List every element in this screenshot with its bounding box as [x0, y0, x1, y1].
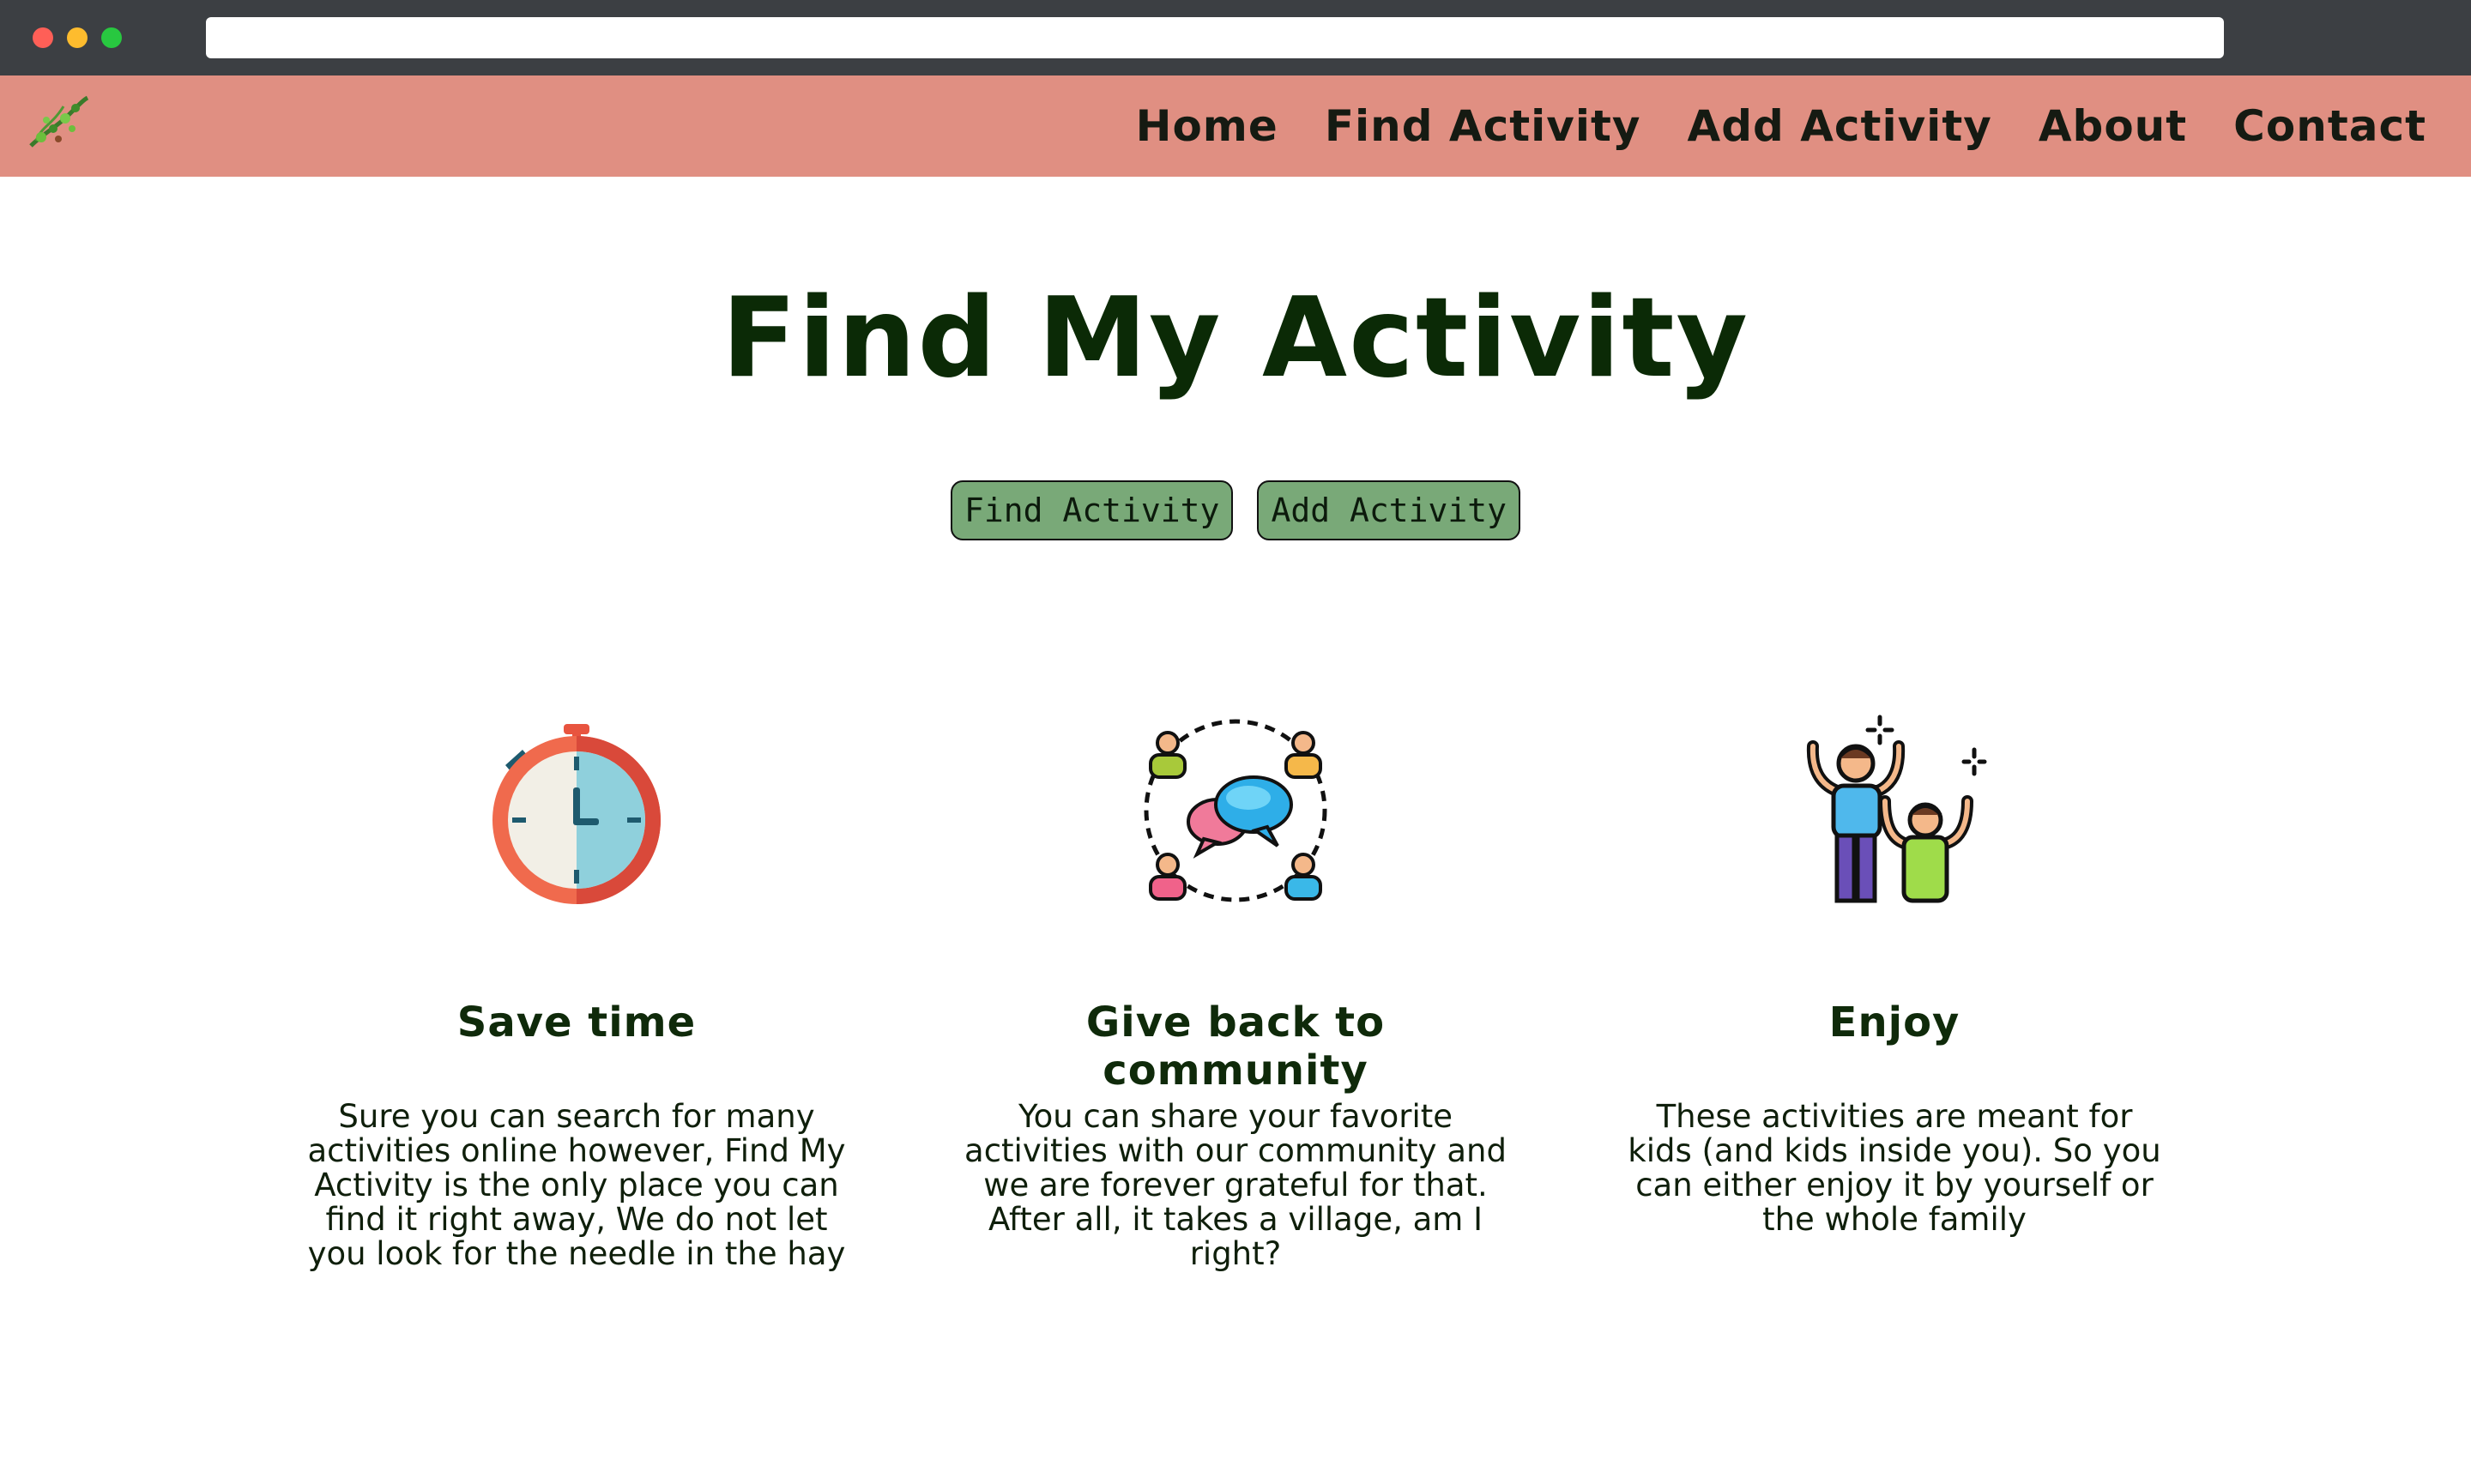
vine-logo-icon[interactable] [24, 89, 93, 158]
nav-add-activity-link[interactable]: Add Activity [1688, 101, 1992, 151]
nav-contact-link[interactable]: Contact [2233, 101, 2426, 151]
community-chat-icon [1144, 719, 1327, 902]
feature-text: These activities are meant for kids (and… [1628, 1098, 2161, 1238]
feature-community: Give back to community You can share you… [961, 712, 1510, 1271]
nav-home-link[interactable]: Home [1136, 101, 1278, 151]
feature-enjoy: Enjoy These activities are meant for kid… [1620, 712, 2169, 1237]
page-title: Find My Activity [722, 274, 1749, 402]
feature-title: Give back to community [1085, 998, 1386, 1095]
feature-title: Enjoy [1828, 998, 1960, 1047]
feature-title: Save time [456, 998, 697, 1047]
features-section: Save time Sure you can search for many a… [0, 712, 2471, 1381]
close-window-button[interactable] [33, 27, 53, 48]
stopwatch-icon [492, 724, 661, 904]
navbar: Home Find Activity Add Activity About Co… [0, 75, 2471, 177]
nav-find-activity-link[interactable]: Find Activity [1325, 101, 1641, 151]
minimize-window-button[interactable] [67, 27, 88, 48]
celebrating-people-icon [1806, 715, 1987, 903]
find-activity-button[interactable]: Find Activity [951, 480, 1234, 540]
address-bar[interactable] [206, 17, 2224, 58]
add-activity-button[interactable]: Add Activity [1257, 480, 1520, 540]
feature-text: You can share your favorite activities w… [964, 1098, 1507, 1272]
maximize-window-button[interactable] [101, 27, 122, 48]
nav-links: Home Find Activity Add Activity About Co… [1136, 75, 2426, 177]
browser-chrome [0, 0, 2471, 75]
feature-text: Sure you can search for many activities … [307, 1098, 846, 1272]
hero-buttons: Find Activity Add Activity [0, 480, 2471, 540]
feature-save-time: Save time Sure you can search for many a… [302, 712, 851, 1271]
nav-about-link[interactable]: About [2039, 101, 2187, 151]
